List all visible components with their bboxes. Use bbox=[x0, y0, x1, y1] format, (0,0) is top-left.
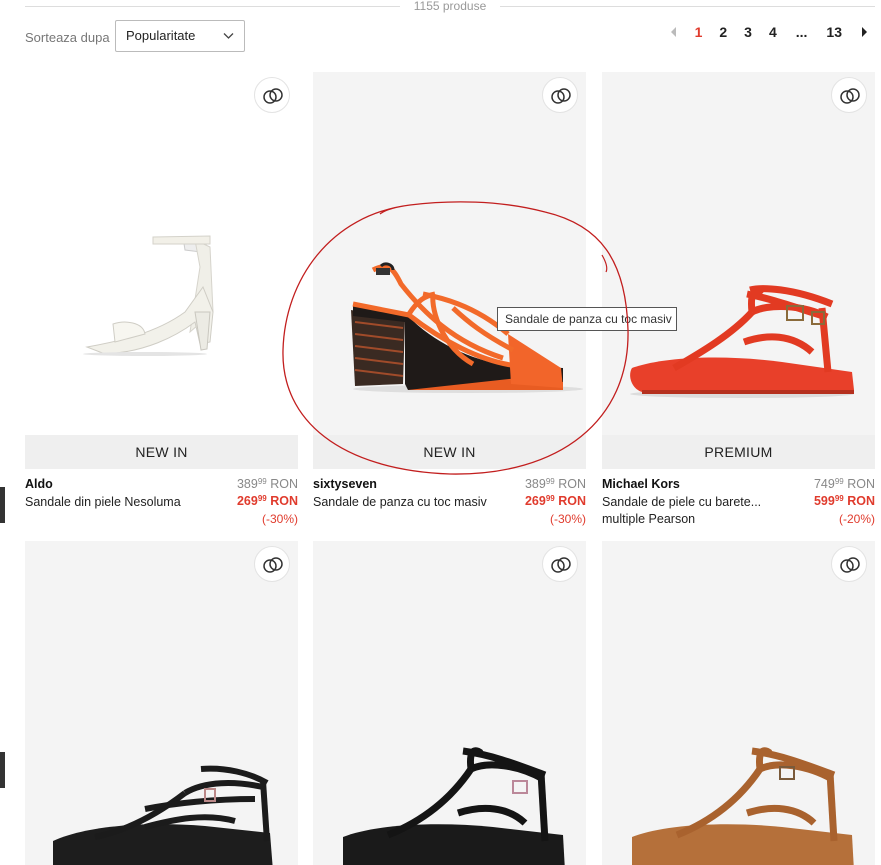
new-price: 26999 RON bbox=[524, 494, 586, 508]
product-name[interactable]: Sandale de panza cu toc masiv bbox=[313, 494, 493, 511]
compare-button[interactable] bbox=[254, 77, 290, 113]
product-name[interactable]: Sandale din piele Nesoluma bbox=[25, 494, 205, 511]
product-badge: PREMIUM bbox=[602, 435, 875, 469]
product-image[interactable] bbox=[313, 72, 586, 435]
product-image[interactable] bbox=[25, 72, 298, 435]
discount-percent: (-30%) bbox=[549, 512, 586, 526]
product-brand[interactable]: sixtyseven bbox=[313, 477, 377, 491]
compare-button[interactable] bbox=[831, 546, 867, 582]
product-image[interactable] bbox=[313, 541, 586, 865]
page-3[interactable]: 3 bbox=[744, 24, 752, 40]
product-image[interactable] bbox=[602, 541, 875, 865]
page-ellipsis: ... bbox=[795, 24, 808, 40]
pagination: 1 2 3 4 ... 13 bbox=[669, 24, 869, 40]
product-name[interactable]: Sandale de piele cu barete... multiple Pe… bbox=[602, 494, 782, 528]
page-4[interactable]: 4 bbox=[769, 24, 777, 40]
page-13[interactable]: 13 bbox=[826, 24, 842, 40]
compare-rings-icon bbox=[263, 557, 283, 573]
black-strappy-sandal-image bbox=[53, 765, 273, 865]
sort-select[interactable]: Popularitate bbox=[115, 20, 245, 52]
discount-percent: (-20%) bbox=[838, 512, 875, 526]
old-price: 38999 RON bbox=[236, 477, 298, 491]
prev-page-icon[interactable] bbox=[669, 26, 678, 38]
product-image[interactable] bbox=[602, 72, 875, 435]
orange-block-heel-sandal-image bbox=[351, 262, 583, 393]
product-brand[interactable]: Michael Kors bbox=[602, 477, 680, 491]
red-flat-sandal-image bbox=[630, 285, 854, 398]
page-1[interactable]: 1 bbox=[695, 24, 703, 40]
scroll-marker bbox=[0, 487, 5, 523]
next-page-icon[interactable] bbox=[860, 26, 869, 38]
discount-percent: (-30%) bbox=[261, 512, 298, 526]
compare-rings-icon bbox=[551, 88, 571, 104]
white-sandal-image bbox=[83, 235, 214, 356]
old-price: 74999 RON bbox=[813, 477, 875, 491]
product-image[interactable] bbox=[25, 541, 298, 865]
compare-button[interactable] bbox=[542, 77, 578, 113]
old-price: 38999 RON bbox=[524, 477, 586, 491]
chevron-down-icon bbox=[223, 33, 234, 39]
compare-rings-icon bbox=[263, 88, 283, 104]
scroll-marker bbox=[0, 752, 5, 788]
sort-label: Sorteaza dupa bbox=[25, 30, 110, 45]
compare-rings-icon bbox=[840, 557, 860, 573]
product-badge: NEW IN bbox=[313, 435, 586, 469]
compare-rings-icon bbox=[840, 88, 860, 104]
brown-flat-sandal-image bbox=[632, 747, 854, 865]
compare-button[interactable] bbox=[254, 546, 290, 582]
compare-button[interactable] bbox=[542, 546, 578, 582]
new-price: 26999 RON bbox=[236, 494, 298, 508]
product-brand[interactable]: Aldo bbox=[25, 477, 53, 491]
product-tooltip: Sandale de panza cu toc masiv bbox=[497, 307, 677, 331]
product-badge: NEW IN bbox=[25, 435, 298, 469]
product-count: 1155 produse bbox=[400, 0, 500, 13]
compare-rings-icon bbox=[551, 557, 571, 573]
black-flat-sandal-image bbox=[343, 747, 565, 865]
compare-button[interactable] bbox=[831, 77, 867, 113]
new-price: 59999 RON bbox=[813, 494, 875, 508]
sort-value: Popularitate bbox=[126, 28, 196, 43]
page-2[interactable]: 2 bbox=[719, 24, 727, 40]
